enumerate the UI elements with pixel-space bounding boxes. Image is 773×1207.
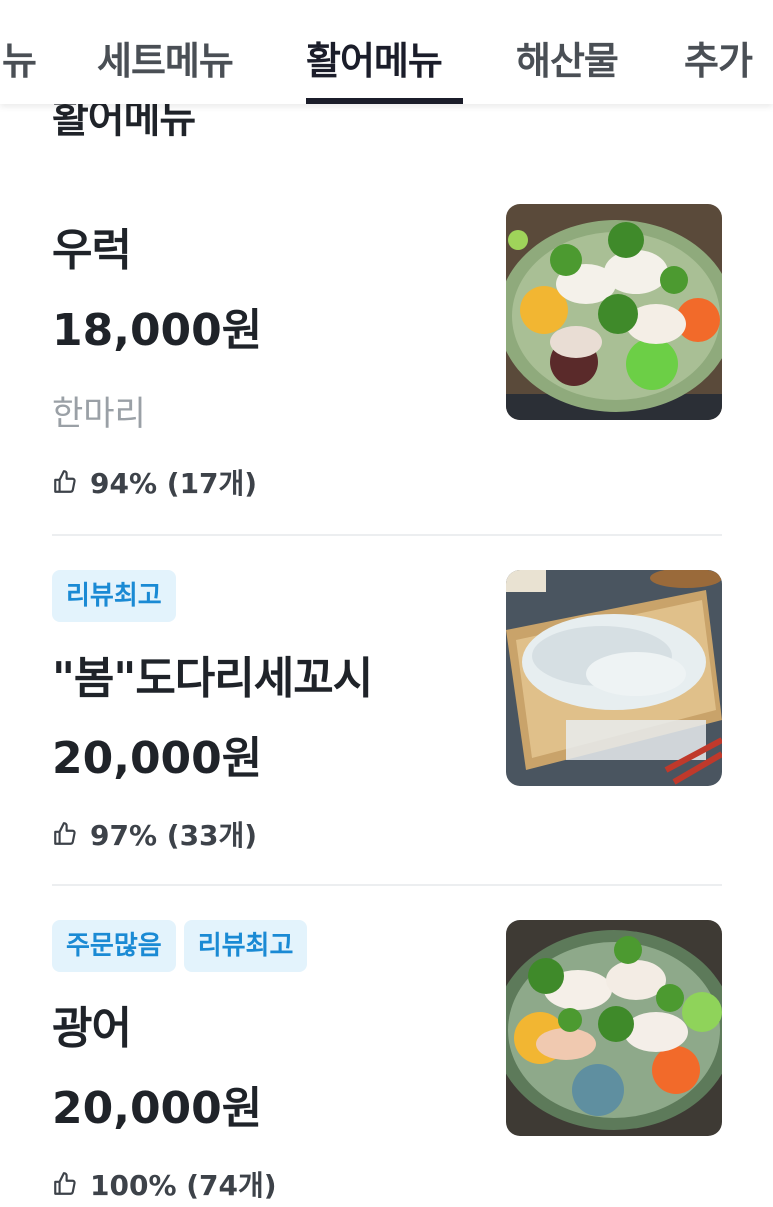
rating-text: 94% (17개) <box>90 467 258 500</box>
tab-live-fish-menu[interactable]: 활어메뉴 <box>306 30 443 85</box>
tab-menu[interactable]: 메뉴 <box>0 30 37 85</box>
sliced-fish-photo[interactable] <box>506 570 722 786</box>
tab-seafood[interactable]: 해산물 <box>516 30 619 85</box>
badge-popular: 주문많음 <box>52 920 176 972</box>
menu-tab-bar: 메뉴 세트메뉴 활어메뉴 해산물 추가 <box>0 0 773 104</box>
item-rating: 94% (17개) <box>52 462 257 502</box>
item-price: 20,000원 <box>52 733 263 784</box>
thumbs-up-icon <box>54 1172 76 1195</box>
thumbs-up-icon <box>54 822 76 845</box>
badge-best-review: 리뷰최고 <box>183 920 308 972</box>
item-name: 광어 <box>52 1003 132 1054</box>
item-badges: 리뷰최고 <box>52 570 176 622</box>
badge-best-review: 리뷰최고 <box>52 570 176 622</box>
item-name: 우럭 <box>52 225 132 276</box>
item-divider <box>52 884 722 886</box>
item-rating: 97% (33개) <box>52 814 257 854</box>
item-price: 20,000원 <box>52 1083 263 1134</box>
item-name: "봄"도다리세꼬시 <box>52 653 373 704</box>
sashimi-platter-photo[interactable] <box>506 204 722 420</box>
item-badges: 주문많음 리뷰최고 <box>52 920 308 972</box>
item-divider <box>52 534 722 536</box>
item-description: 한마리 <box>52 394 146 434</box>
thumbs-up-icon <box>54 470 76 493</box>
rating-text: 100% (74개) <box>90 1169 277 1202</box>
rating-text: 97% (33개) <box>90 819 258 852</box>
tab-set-menu[interactable]: 세트메뉴 <box>97 30 234 85</box>
item-price: 18,000원 <box>52 305 263 356</box>
tab-extra[interactable]: 추가 <box>684 30 753 85</box>
active-tab-indicator <box>306 98 463 104</box>
flatfish-sashimi-photo[interactable] <box>506 920 722 1136</box>
item-rating: 100% (74개) <box>52 1164 277 1204</box>
